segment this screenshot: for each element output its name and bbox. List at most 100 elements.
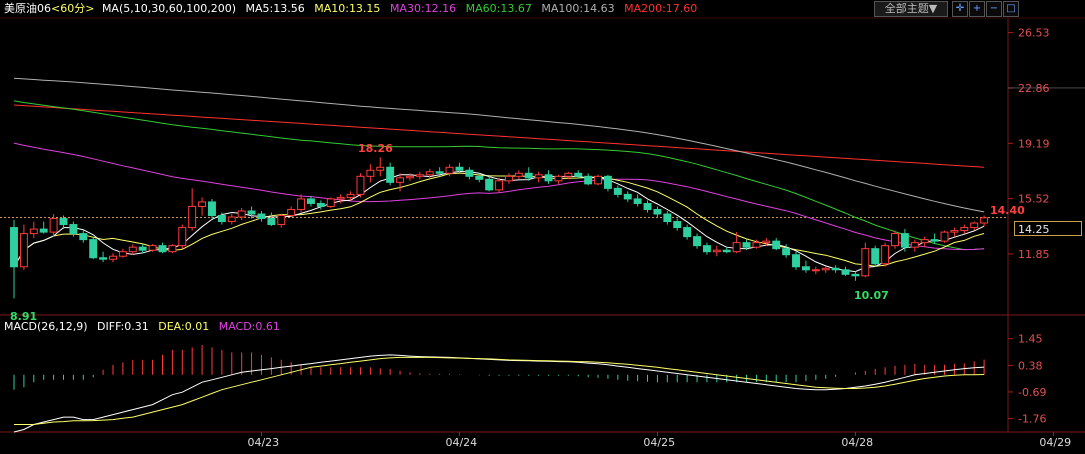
candle-body — [29, 228, 38, 235]
ma60-label: MA60:13.67 — [465, 2, 532, 15]
candle-body — [950, 230, 959, 233]
chart-window: { "header": { "symbol": "美原油06", "period… — [0, 0, 1085, 454]
ma30-line — [13, 142, 985, 251]
candle-body — [118, 251, 127, 257]
macd-axis-label: 1.45 — [1018, 333, 1043, 346]
zoom-out-icon[interactable]: − — [986, 1, 1002, 17]
candle-body — [465, 169, 474, 177]
crosshair-icon[interactable]: ✛ — [952, 1, 968, 17]
candle-body — [970, 222, 979, 229]
candle-body — [821, 267, 830, 271]
candle-body — [554, 175, 563, 182]
price-axis-label: 22.86 — [1018, 82, 1050, 95]
macd-axis-label: -1.76 — [1018, 413, 1046, 426]
candle-body — [514, 172, 523, 177]
candle-body — [386, 166, 395, 183]
candle-body — [148, 245, 157, 251]
candle-body — [445, 166, 454, 174]
candle-body — [752, 242, 761, 248]
candle-body — [435, 171, 444, 174]
ma30-label: MA30:12.16 — [389, 2, 457, 15]
candle-body — [89, 239, 98, 259]
last-high-annotation: 14.40 — [990, 204, 1025, 217]
candle-body — [59, 218, 68, 226]
candle-body — [534, 174, 543, 179]
candle-body — [940, 231, 949, 242]
candle-body — [405, 175, 414, 179]
candle-body — [881, 245, 890, 265]
ma5-label: MA5:13.56 — [245, 2, 305, 15]
window-restore-icon[interactable]: □ — [1003, 1, 1019, 17]
candle-body — [980, 217, 989, 224]
candle-body — [544, 174, 553, 182]
candle-body — [584, 175, 593, 185]
candle-body — [861, 248, 870, 277]
candle-body — [168, 245, 177, 253]
price-axis-label: 11.85 — [1018, 248, 1050, 261]
candle-body — [39, 228, 48, 233]
candle-body — [356, 175, 365, 195]
candle-body — [910, 242, 919, 248]
candle-body — [762, 240, 771, 244]
candle-body — [920, 239, 929, 244]
candle-body — [574, 172, 583, 177]
x-axis-label: 04/25 — [643, 436, 675, 449]
candle-body — [772, 240, 781, 250]
candle-body — [673, 221, 682, 229]
main-header: 美原油06<60分> MA(5,10,30,60,100,200) MA5:13… — [4, 0, 703, 18]
macd-value-label: MACD:0.61 — [218, 320, 280, 333]
candle-body — [841, 269, 850, 275]
zoom-in-icon[interactable]: + — [969, 1, 985, 17]
price-axis-label: 19.19 — [1018, 137, 1050, 150]
candle-body — [504, 175, 513, 182]
candle-body — [227, 216, 236, 223]
candle-body — [871, 248, 880, 265]
candle-body — [277, 215, 286, 226]
period-label[interactable]: <60分> — [51, 2, 94, 15]
candle-body — [801, 266, 810, 271]
candle-body — [633, 198, 642, 204]
candle-body — [178, 227, 187, 247]
candle-body — [782, 248, 791, 256]
candle-body — [613, 187, 622, 195]
candle-body — [247, 210, 256, 215]
candle-body — [49, 218, 58, 233]
candle-body — [396, 177, 405, 183]
candle-body — [415, 174, 424, 177]
candle-body — [485, 178, 494, 191]
candle-body — [564, 172, 573, 177]
candle-body — [811, 269, 820, 272]
candle-body — [158, 245, 167, 253]
x-axis-label: 04/23 — [247, 436, 279, 449]
candle-body — [900, 233, 909, 248]
candle-body — [594, 175, 603, 185]
candle-body — [307, 198, 315, 204]
macd-axis-label: 0.38 — [1018, 359, 1043, 372]
candle-body — [653, 208, 662, 215]
candle-body — [366, 169, 375, 177]
macd-axis-label: -0.69 — [1018, 386, 1046, 399]
low-annotation: 10.07 — [854, 289, 889, 302]
candle-body — [188, 205, 197, 229]
macd-params-label: MACD(26,12,9) — [4, 320, 88, 333]
candle-body — [475, 175, 484, 180]
ma10-label: MA10:13.15 — [314, 2, 381, 15]
candle-body — [693, 236, 701, 247]
candle-body — [891, 233, 899, 247]
macd-dea-line — [14, 356, 985, 425]
candle-body — [683, 227, 692, 238]
candle-body — [722, 249, 731, 253]
candle-body — [831, 267, 840, 271]
candle-body — [712, 249, 721, 253]
candle-body — [297, 198, 306, 210]
candle-body — [336, 196, 345, 200]
macd-diff-label: DIFF:0.31 — [97, 320, 149, 333]
candle-body — [376, 166, 385, 171]
candle-body — [663, 213, 672, 223]
high-annotation: 18.26 — [358, 142, 393, 155]
candle-body — [316, 202, 325, 207]
candle-body — [732, 242, 741, 253]
macd-header: MACD(26,12,9) DIFF:0.31 DEA:0.01 MACD:0.… — [4, 318, 286, 336]
theme-dropdown-button[interactable]: 全部主题▼ — [874, 1, 948, 17]
candle-body — [208, 201, 216, 217]
